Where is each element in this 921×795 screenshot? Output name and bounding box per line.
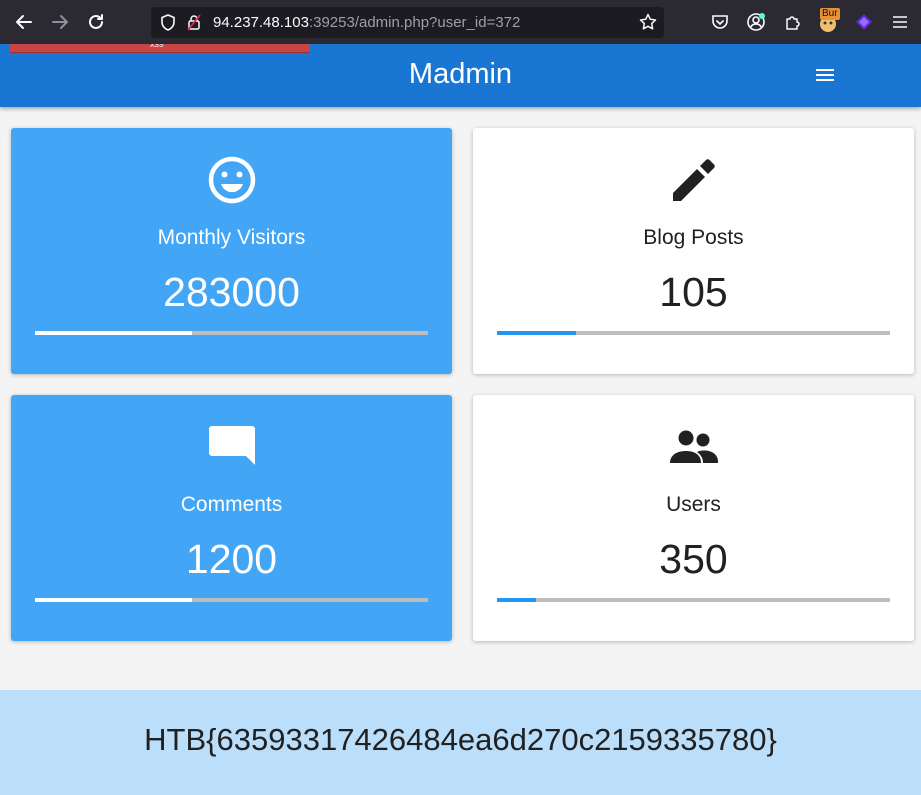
card-monthly-visitors: Monthly Visitors 283000: [11, 128, 452, 374]
url-text[interactable]: 94.237.48.103:39253/admin.php?user_id=37…: [213, 14, 520, 31]
progress-fill: [497, 598, 537, 602]
comment-icon: [208, 426, 255, 465]
menu-icon: [816, 69, 834, 71]
reload-icon: [89, 14, 103, 29]
hamburger-icon: [893, 16, 907, 28]
url-host: 94.237.48.103: [213, 14, 309, 31]
progress-bar: [35, 598, 428, 602]
pocket-button[interactable]: [708, 10, 732, 34]
card-users: Users 350: [473, 395, 914, 641]
burp-extension-button[interactable]: Bur: [816, 8, 840, 34]
progress-fill: [35, 598, 193, 602]
menu-button[interactable]: [812, 64, 838, 86]
app-title: Madmin: [408, 58, 513, 90]
card-value: 350: [659, 536, 728, 582]
account-icon: [747, 13, 765, 31]
account-button[interactable]: [744, 10, 768, 34]
flag-text: HTB{63593317426484ea6d270c2159335780}: [144, 722, 777, 757]
progress-bar: [497, 598, 890, 602]
card-label: Users: [666, 493, 721, 516]
back-button[interactable]: [12, 10, 36, 34]
card-label: Comments: [180, 493, 283, 516]
progress-bar: [497, 331, 890, 335]
extensions-button[interactable]: [781, 10, 805, 34]
purple-extension-icon: [856, 14, 872, 30]
card-blog-posts: Blog Posts 105: [473, 128, 914, 374]
card-label: Monthly Visitors: [157, 226, 306, 249]
card-value: 283000: [163, 269, 300, 315]
insecure-lock-icon[interactable]: [187, 14, 201, 31]
back-arrow-icon: [16, 15, 32, 29]
progress-fill: [497, 331, 576, 335]
browser-toolbar: 94.237.48.103:39253/admin.php?user_id=37…: [0, 0, 921, 44]
shield-icon[interactable]: [160, 14, 176, 31]
url-path: :39253/admin.php?user_id=372: [308, 14, 521, 31]
burp-label: Bur: [820, 8, 840, 20]
progress-fill: [35, 331, 193, 335]
forward-arrow-icon: [52, 15, 68, 29]
progress-bar: [35, 331, 428, 335]
extension-button[interactable]: [852, 10, 876, 34]
browser-menu-button[interactable]: [888, 10, 912, 34]
users-icon: [669, 430, 718, 463]
pocket-icon: [712, 15, 728, 29]
xss-alert-banner: xss: [10, 44, 310, 53]
address-bar[interactable]: 94.237.48.103:39253/admin.php?user_id=37…: [151, 7, 664, 38]
pencil-icon: [672, 159, 715, 201]
smiley-icon: [208, 156, 255, 204]
puzzle-icon: [786, 16, 800, 30]
app-bar: Madmin: [0, 44, 921, 107]
reload-button[interactable]: [84, 10, 108, 34]
card-label: Blog Posts: [643, 226, 744, 249]
xss-text: xss: [150, 44, 164, 49]
flag-section: HTB{63593317426484ea6d270c2159335780}: [0, 690, 921, 795]
card-value: 105: [659, 269, 728, 315]
card-comments: Comments 1200: [11, 395, 452, 641]
card-value: 1200: [185, 536, 278, 582]
forward-button[interactable]: [48, 10, 72, 34]
bookmark-star-icon[interactable]: [639, 13, 657, 31]
